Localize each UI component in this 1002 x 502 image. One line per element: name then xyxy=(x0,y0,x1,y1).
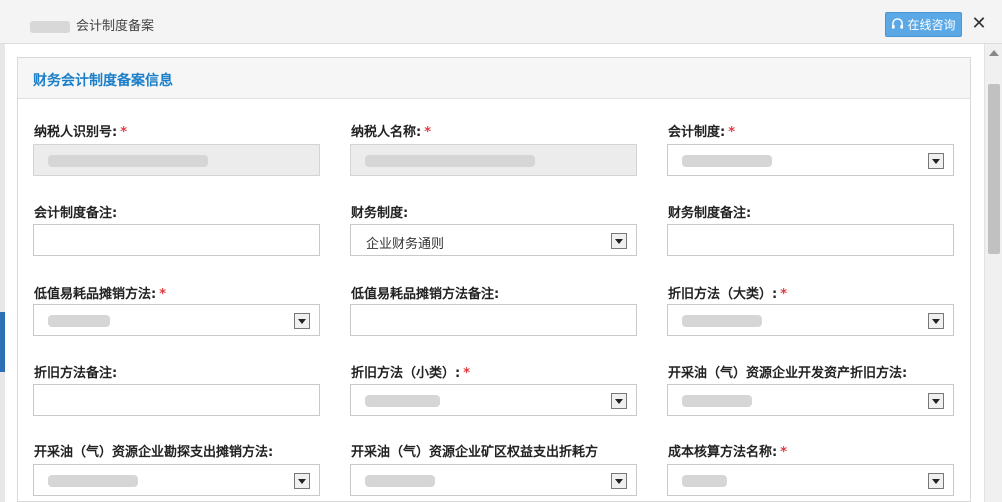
oil-exploration-amort-select[interactable] xyxy=(33,464,320,496)
depreciation-minor-label: 折旧方法（小类）: * xyxy=(351,366,471,381)
taxpayer-name-field xyxy=(350,144,637,176)
low-value-note-label: 低值易耗品摊销方法备注: xyxy=(351,287,500,302)
redacted-value xyxy=(365,155,535,167)
filing-info-panel: 财务会计制度备案信息 xyxy=(17,57,971,502)
background-accent xyxy=(0,312,5,372)
depreciation-note-input[interactable] xyxy=(33,384,320,416)
accounting-system-label: 会计制度: * xyxy=(668,125,736,140)
finance-system-select[interactable]: 企业财务通则 xyxy=(350,224,637,256)
redacted-value xyxy=(682,155,772,167)
depreciation-major-select[interactable] xyxy=(667,304,954,336)
vertical-scrollbar[interactable] xyxy=(984,44,1002,502)
low-value-note-input[interactable] xyxy=(350,304,637,336)
dropdown-arrow-icon[interactable] xyxy=(611,233,627,249)
depreciation-minor-select[interactable] xyxy=(350,384,637,416)
redacted-value xyxy=(682,315,762,327)
redacted-value xyxy=(48,315,110,327)
depreciation-note-label: 折旧方法备注: xyxy=(34,366,118,381)
window-titlebar: 会计制度备案 在线咨询 ✕ xyxy=(0,0,1002,44)
dropdown-arrow-icon[interactable] xyxy=(611,393,627,409)
dropdown-arrow-icon[interactable] xyxy=(928,153,944,169)
oil-dev-depreciation-label: 开采油（气）资源企业开发资产折旧方法: xyxy=(668,366,908,381)
taxpayer-name-label: 纳税人名称: * xyxy=(351,125,432,140)
low-value-method-select[interactable] xyxy=(33,304,320,336)
window-title: 会计制度备案 xyxy=(30,15,154,34)
background-strip xyxy=(0,44,5,502)
close-icon[interactable]: ✕ xyxy=(968,12,990,36)
headset-icon xyxy=(892,18,904,29)
finance-system-value: 企业财务通则 xyxy=(366,237,445,252)
online-consult-label: 在线咨询 xyxy=(907,18,956,32)
depreciation-major-label: 折旧方法（大类）: * xyxy=(668,287,788,302)
accounting-system-select[interactable] xyxy=(667,144,954,176)
dropdown-arrow-icon[interactable] xyxy=(294,313,310,329)
redacted-value xyxy=(365,395,440,407)
cost-method-name-label: 成本核算方法名称: * xyxy=(668,445,788,460)
scrollbar-thumb[interactable] xyxy=(988,84,1000,254)
oil-mining-rights-select[interactable] xyxy=(350,464,637,496)
redacted-value xyxy=(682,475,727,487)
dropdown-arrow-icon[interactable] xyxy=(611,473,627,489)
redacted-value xyxy=(682,395,752,407)
finance-note-label: 财务制度备注: xyxy=(668,206,752,221)
low-value-method-label: 低值易耗品摊销方法: * xyxy=(34,287,167,302)
scroll-up-icon[interactable] xyxy=(989,50,999,56)
taxpayer-id-label: 纳税人识别号: * xyxy=(34,125,128,140)
dropdown-arrow-icon[interactable] xyxy=(294,473,310,489)
redacted-value xyxy=(48,155,208,167)
oil-mining-rights-label: 开采油（气）资源企业矿区权益支出折耗方 xyxy=(351,445,599,460)
panel-header: 财务会计制度备案信息 xyxy=(18,58,970,99)
redacted-text xyxy=(30,20,70,33)
redacted-value xyxy=(365,475,435,487)
panel-title: 财务会计制度备案信息 xyxy=(33,73,173,89)
dropdown-arrow-icon[interactable] xyxy=(928,473,944,489)
cost-method-name-select[interactable] xyxy=(667,464,954,496)
dropdown-arrow-icon[interactable] xyxy=(928,393,944,409)
accounting-note-input[interactable] xyxy=(33,224,320,256)
oil-dev-depreciation-select[interactable] xyxy=(667,384,954,416)
taxpayer-id-field xyxy=(33,144,320,176)
finance-system-label: 财务制度: xyxy=(351,206,409,221)
redacted-value xyxy=(48,475,138,487)
online-consult-button[interactable]: 在线咨询 xyxy=(885,12,962,37)
finance-note-input[interactable] xyxy=(667,224,954,256)
accounting-note-label: 会计制度备注: xyxy=(34,206,118,221)
dropdown-arrow-icon[interactable] xyxy=(928,313,944,329)
oil-exploration-amort-label: 开采油（气）资源企业勘探支出摊销方法: xyxy=(34,445,274,460)
